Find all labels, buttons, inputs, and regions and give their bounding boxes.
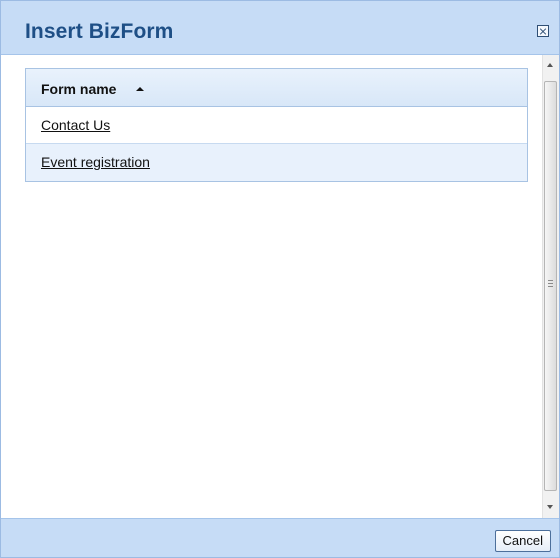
cancel-button[interactable]: Cancel [494,530,551,552]
vertical-scrollbar[interactable] [542,55,559,518]
scroll-up-arrow-icon[interactable] [547,63,553,67]
form-link-event-registration[interactable]: Event registration [41,154,150,170]
table-row: Contact Us [26,107,527,144]
scroll-grip-icon [548,280,553,287]
insert-bizform-dialog: Insert BizForm Form name Contact Us Even… [0,0,560,558]
dialog-footer: Cancel [1,518,559,557]
close-icon[interactable] [537,25,549,37]
sort-ascending-icon [136,87,144,91]
dialog-titlebar: Insert BizForm [1,1,559,55]
column-header-label: Form name [41,81,117,97]
scroll-thumb[interactable] [544,81,557,491]
table-row: Event registration [26,144,527,181]
dialog-content: Form name Contact Us Event registration [1,55,542,518]
column-header-form-name[interactable]: Form name [26,69,527,107]
dialog-title: Insert BizForm [25,20,174,43]
form-link-contact-us[interactable]: Contact Us [41,117,110,133]
forms-grid: Form name Contact Us Event registration [25,68,528,182]
scroll-down-arrow-icon[interactable] [547,505,553,509]
